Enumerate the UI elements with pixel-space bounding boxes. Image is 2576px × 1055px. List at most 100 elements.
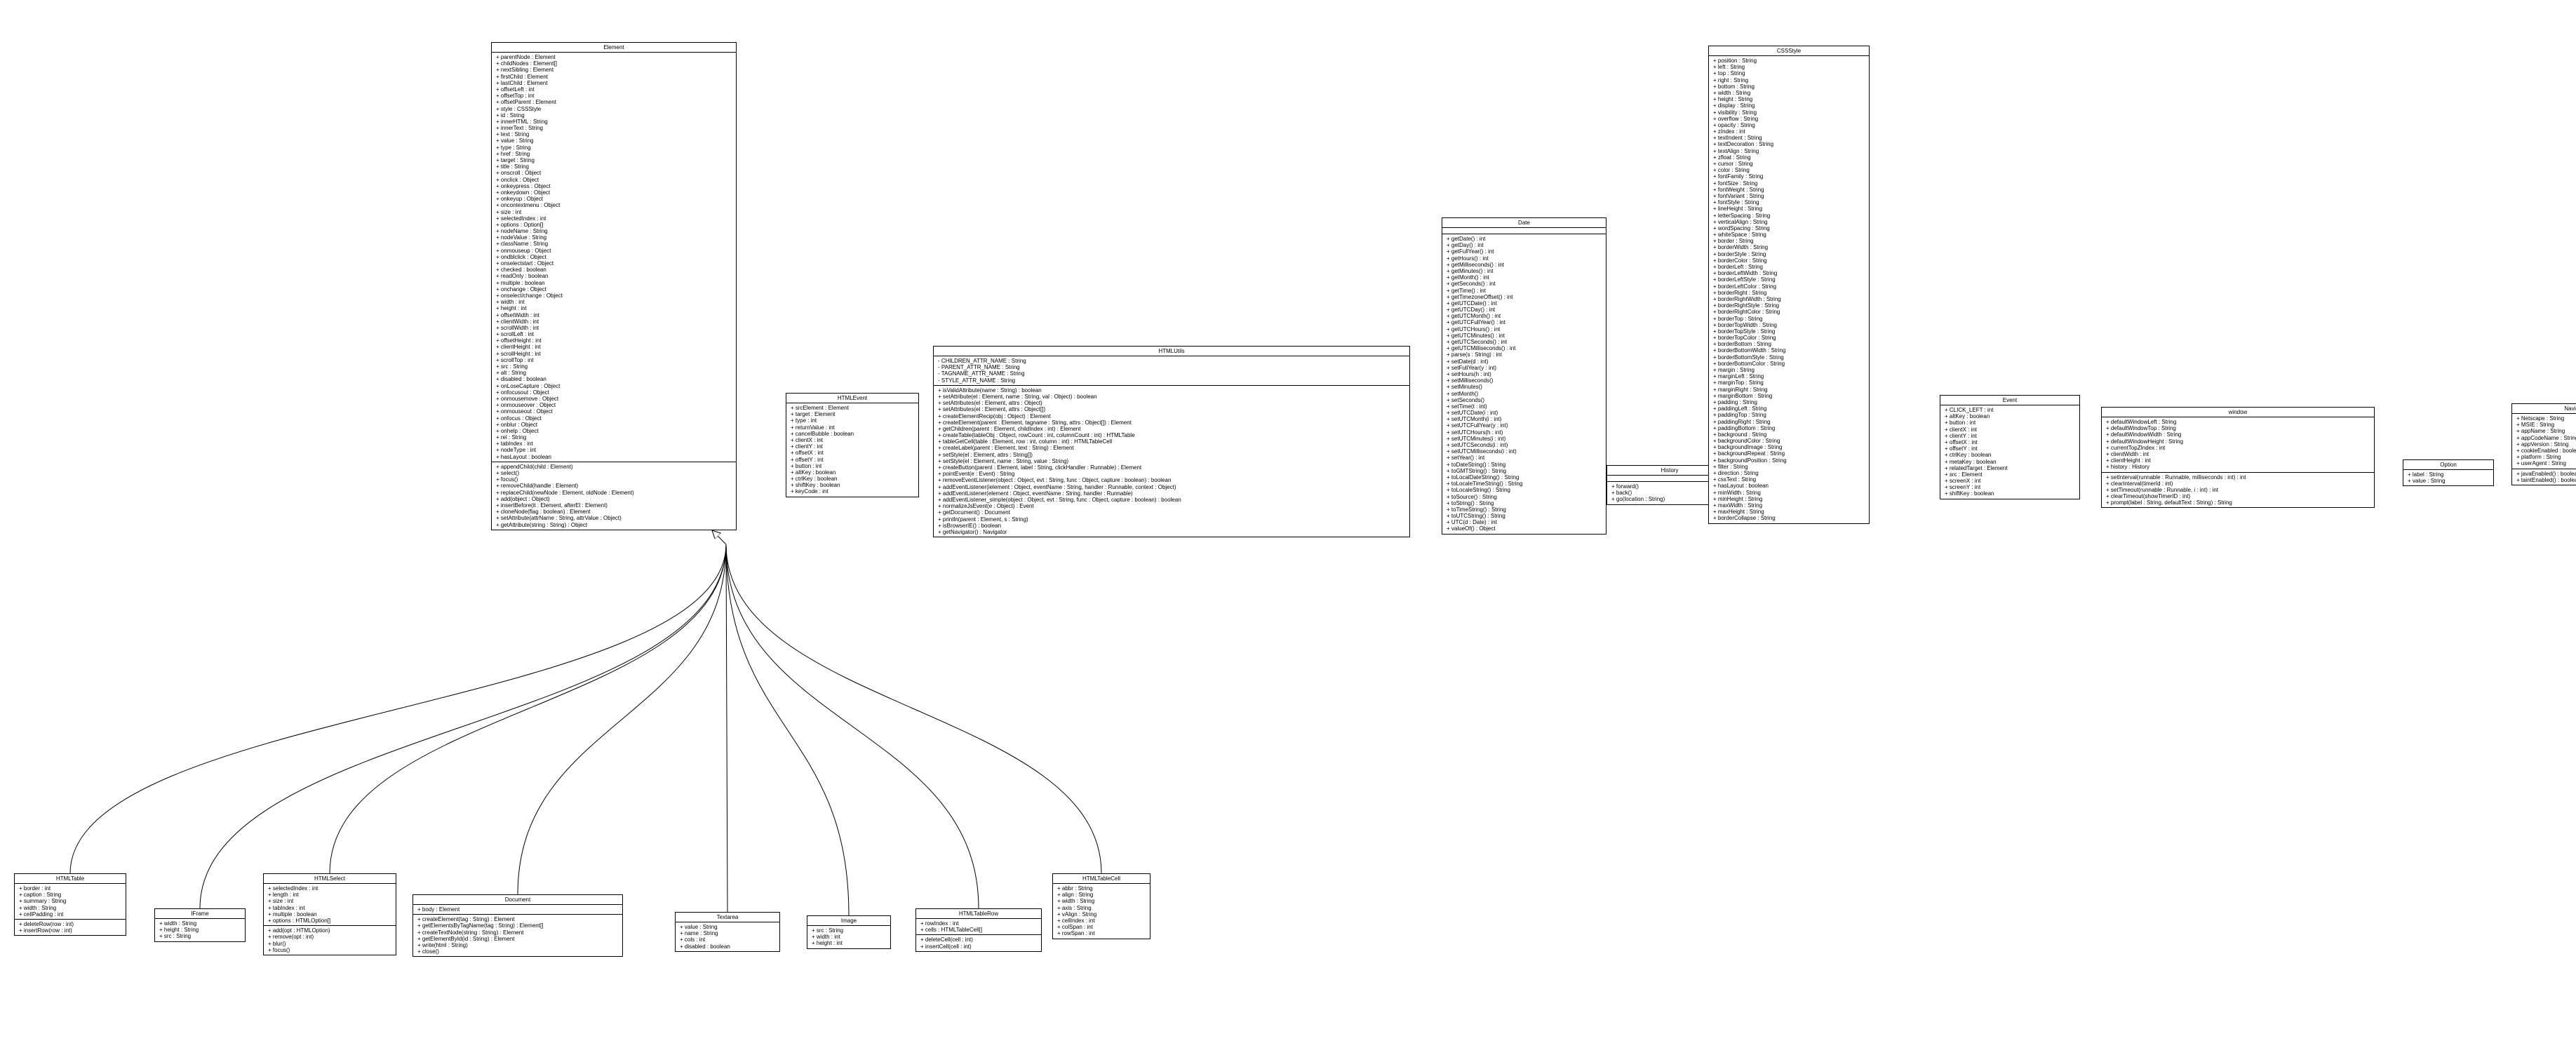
attribute-row: + lineHeight : String	[1712, 206, 1866, 212]
attribute-row: + src : Element	[1943, 471, 2077, 478]
attribute-row: + onmousemove : Object	[495, 396, 733, 402]
attribute-row: + onkeydown : Object	[495, 189, 733, 196]
operation-row: + addEventListener(element : Object, eve…	[937, 490, 1407, 497]
operations-section: + deleteRow(row : int)+ insertRow(row : …	[15, 920, 126, 935]
operation-row: + setStyle(el : Element, attrs : String[…	[937, 452, 1407, 458]
attribute-row: + nodeValue : String	[495, 234, 733, 241]
attribute-row: + onmouseout : Object	[495, 408, 733, 415]
attribute-row: + borderRight : String	[1712, 290, 1866, 296]
attribute-row: + fontWeight : String	[1712, 187, 1866, 193]
operation-row: + setDate(d : int)	[1445, 358, 1603, 365]
attribute-row: + rel : String	[495, 434, 733, 441]
attribute-row: + borderTop : String	[1712, 316, 1866, 322]
attributes-section: + body : Element	[413, 905, 622, 915]
attribute-row: + offsetY : int	[1943, 445, 2077, 452]
attributes-section: + Netscape : String+ MSIE : String+ appN…	[2512, 414, 2576, 469]
operations-section: + add(opt : HTMLOption)+ remove(opt : in…	[264, 926, 396, 955]
attribute-row: + screenY : int	[1943, 484, 2077, 490]
operation-row: + taintEnabled() : boolean	[2515, 477, 2576, 483]
class-title: HTMLTableRow	[916, 909, 1041, 919]
operation-row: + getUTCMilliseconds() : int	[1445, 345, 1603, 351]
attribute-row: + clientWidth : int	[2105, 451, 2371, 457]
attribute-row: + borderBottomStyle : String	[1712, 354, 1866, 361]
attribute-row: + onmouseup : Object	[495, 248, 733, 254]
operation-row: + getUTCSeconds() : int	[1445, 339, 1603, 345]
attribute-row: + opacity : String	[1712, 122, 1866, 128]
attribute-row: + history : History	[2105, 464, 2371, 470]
operation-row: + parse(s : String) : int	[1445, 351, 1603, 358]
operation-row: + setFullYear(y : int)	[1445, 365, 1603, 371]
attribute-row: + label : String	[2406, 471, 2490, 478]
attribute-row: + height : int	[495, 305, 733, 311]
operation-row: + setYear() : int	[1445, 455, 1603, 461]
class-Navigator: Navigator+ Netscape : String+ MSIE : Str…	[2511, 403, 2576, 485]
attribute-row: + borderLeftColor : String	[1712, 283, 1866, 290]
class-title: HTMLEvent	[786, 394, 918, 403]
operation-row: + setTimeout(runnable : Runnable, i : in…	[2105, 487, 2371, 493]
operation-row: + getAttribute(string : String) : Object	[495, 522, 733, 528]
operation-row: + select()	[495, 470, 733, 476]
attribute-row: + onscroll : Object	[495, 170, 733, 176]
operation-row: + insertRow(row : int)	[18, 927, 123, 934]
attribute-row: + type : int	[789, 417, 915, 424]
class-Document: Document+ body : Element+ createElement(…	[412, 894, 623, 957]
attribute-row: + title : String	[495, 163, 733, 170]
operation-row: + getMonth() : int	[1445, 274, 1603, 281]
attribute-row: + zfloat : String	[1712, 154, 1866, 161]
operation-row: + focus()	[495, 476, 733, 483]
attribute-row: + width : String	[1712, 90, 1866, 96]
operation-row: + getMilliseconds() : int	[1445, 262, 1603, 268]
operation-row: + close()	[416, 948, 619, 955]
operation-row: + setMilliseconds()	[1445, 377, 1603, 384]
attribute-row: + onmouseover : Object	[495, 402, 733, 408]
operation-row: + add(object : Object)	[495, 496, 733, 502]
attribute-row: + srcElement : Element	[789, 405, 915, 411]
operations-section: + isValidAttribute(name : String) : bool…	[934, 386, 1409, 537]
attribute-row: + cancelBubble : boolean	[789, 431, 915, 437]
attribute-row: + clientHeight : int	[2105, 457, 2371, 464]
attribute-row: + scrollLeft : int	[495, 331, 733, 337]
attribute-row: + childNodes : Element[]	[495, 60, 733, 67]
class-title: Textarea	[676, 913, 779, 922]
attribute-row: + rowIndex : int	[919, 920, 1038, 927]
attribute-row: + borderWidth : String	[1712, 244, 1866, 250]
operation-row: + createTextNode(string : String) : Elem…	[416, 929, 619, 936]
operation-row: + setUTCFullYear(y : int)	[1445, 422, 1603, 429]
class-HTMLTable: HTMLTable+ border : int+ caption : Strin…	[14, 873, 126, 936]
operation-row: + prompt(label : String, defaultText : S…	[2105, 499, 2371, 506]
attribute-row: + name : String	[678, 930, 777, 936]
attribute-row: + hasLayout : boolean	[1712, 483, 1866, 489]
operation-row: + createTable(tableObj : Object, rowCoun…	[937, 432, 1407, 438]
operation-row: + setAttributes(el : Element, attrs : Ob…	[937, 406, 1407, 412]
attribute-row: + padding : String	[1712, 399, 1866, 405]
attribute-row: - TAGNAME_ATTR_NAME : String	[937, 370, 1407, 377]
operation-row: + blur()	[267, 941, 393, 947]
attribute-row: + borderCollapse : String	[1712, 515, 1866, 521]
attribute-row: + offsetParent : Element	[495, 99, 733, 105]
attribute-row: + defaultWindowLeft : String	[2105, 419, 2371, 425]
attribute-row: + height : String	[1712, 96, 1866, 102]
attribute-row: - PARENT_ATTR_NAME : String	[937, 364, 1407, 370]
operation-row: + UTC(d : Date) : int	[1445, 519, 1603, 525]
operation-row: + isBrowserIE() : boolean	[937, 523, 1407, 529]
attribute-row: + clientWidth : int	[495, 318, 733, 325]
attribute-row: + backgroundPosition : String	[1712, 457, 1866, 464]
attribute-row: + width : int	[495, 299, 733, 305]
attribute-row: + selectedIndex : int	[267, 885, 393, 892]
class-title: window	[2102, 408, 2374, 417]
class-title: Date	[1442, 218, 1606, 228]
operation-row: + setUTCMinutes(i : int)	[1445, 436, 1603, 442]
attribute-row: + offsetWidth : int	[495, 312, 733, 318]
attribute-row: + width : int	[810, 934, 887, 940]
attribute-row: + offsetX : int	[789, 450, 915, 456]
operation-row: + createElement(tag : String) : Element	[416, 916, 619, 922]
attribute-row: + vAlign : String	[1056, 911, 1147, 918]
attribute-row: + position : String	[1712, 58, 1866, 64]
operation-row: + getUTCMinutes() : int	[1445, 332, 1603, 339]
attribute-row: + paddingBottom : String	[1712, 425, 1866, 431]
operation-row: + getTime() : int	[1445, 288, 1603, 294]
operation-row: + replaceChild(newNode : Element, oldNod…	[495, 490, 733, 496]
attribute-row: + value : String	[2406, 478, 2490, 484]
attributes-section: + label : String+ value : String	[2403, 470, 2493, 485]
attributes-section: + CLICK_LEFT : int+ altKey : boolean+ bu…	[1940, 405, 2079, 499]
